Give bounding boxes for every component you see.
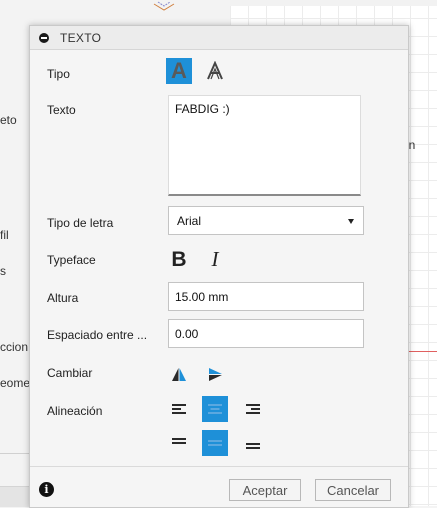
italic-icon: I <box>211 246 219 271</box>
flip-horizontal-button[interactable] <box>202 361 228 387</box>
altura-input[interactable]: 15.00 mm <box>168 282 364 311</box>
text-type-outline-button[interactable] <box>202 58 228 84</box>
cambiar-label: Cambiar <box>47 366 93 380</box>
browser-header <box>230 0 437 6</box>
filled-text-icon: A <box>171 58 187 83</box>
texto-textarea[interactable]: FABDIG :) <box>168 95 361 196</box>
flip-vertical-icon <box>172 368 186 381</box>
align-center-button[interactable] <box>202 396 228 422</box>
text-type-filled-button[interactable]: A <box>166 58 192 84</box>
italic-button[interactable]: I <box>202 246 228 272</box>
footer-divider <box>30 466 408 467</box>
altura-label: Altura <box>47 291 79 305</box>
background-label-fragment: s <box>0 264 6 278</box>
sketch-line <box>405 351 437 352</box>
espaciado-label: Espaciado entre ... <box>47 328 148 342</box>
texto-label: Texto <box>47 103 76 117</box>
align-right-button[interactable] <box>240 396 266 422</box>
align-top-button[interactable] <box>166 430 192 456</box>
dialog-title: TEXTO <box>60 31 102 45</box>
texto-dialog: TEXTO Tipo A Texto FABDIG :) Tipo de let… <box>29 25 409 508</box>
info-icon[interactable]: i <box>39 482 54 497</box>
background-label-fragment: eto <box>0 113 17 127</box>
flip-vertical-button[interactable] <box>166 361 192 387</box>
tipo-label: Tipo <box>47 67 70 81</box>
align-bottom-icon <box>246 443 260 449</box>
bold-icon: B <box>171 247 187 271</box>
align-bottom-button[interactable] <box>240 430 266 456</box>
cancel-button[interactable]: Cancelar <box>315 479 391 501</box>
align-right-icon <box>246 404 260 414</box>
font-label: Tipo de letra <box>47 216 114 230</box>
collapse-icon[interactable] <box>39 33 49 43</box>
align-left-icon <box>172 404 186 414</box>
espaciado-input[interactable]: 0.00 <box>168 319 364 348</box>
background-label-fragment: ccion <box>0 340 29 354</box>
align-middle-button[interactable] <box>202 430 228 456</box>
typeface-label: Typeface <box>47 253 96 267</box>
font-select[interactable]: Arial <box>168 206 364 235</box>
accept-button[interactable]: Aceptar <box>229 479 301 501</box>
background-label-fragment: fil <box>0 228 9 242</box>
chevron-down-icon <box>348 219 354 224</box>
align-left-button[interactable] <box>166 396 192 422</box>
font-select-value: Arial <box>177 214 202 228</box>
align-center-icon <box>208 404 222 414</box>
align-top-icon <box>172 438 186 444</box>
align-middle-icon <box>208 440 222 446</box>
alineacion-label: Alineación <box>47 404 103 418</box>
outline-text-icon <box>207 61 223 80</box>
dialog-header: TEXTO <box>30 26 408 50</box>
bold-button[interactable]: B <box>166 246 192 272</box>
sketch-icon <box>153 1 175 11</box>
flip-horizontal-icon <box>209 368 222 381</box>
